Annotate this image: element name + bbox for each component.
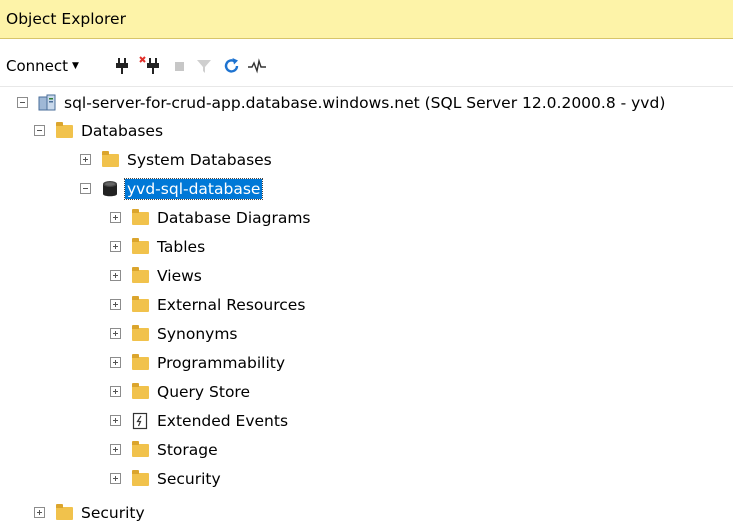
tree-node-programmability[interactable]: Programmability bbox=[110, 350, 287, 375]
system-databases-label: System Databases bbox=[127, 150, 272, 169]
expand-toggle-icon[interactable] bbox=[110, 357, 121, 368]
database-label: yvd-sql-database bbox=[123, 177, 264, 200]
folder-icon bbox=[130, 296, 150, 314]
expand-toggle-icon[interactable] bbox=[110, 299, 121, 310]
tree-item-label: External Resources bbox=[157, 295, 306, 314]
collapse-toggle-icon[interactable] bbox=[17, 97, 28, 108]
expand-toggle-icon[interactable] bbox=[110, 444, 121, 455]
databases-label: Databases bbox=[81, 121, 164, 140]
expand-toggle-icon[interactable] bbox=[110, 212, 121, 223]
tree-node-database[interactable]: yvd-sql-database bbox=[80, 176, 264, 201]
stop-icon[interactable] bbox=[170, 56, 190, 76]
expand-toggle-icon[interactable] bbox=[110, 473, 121, 484]
tree-node-databases[interactable]: Databases bbox=[34, 118, 165, 143]
caret-down-icon: ▼ bbox=[72, 61, 79, 71]
folder-icon bbox=[130, 354, 150, 372]
disconnect-plug-icon[interactable] bbox=[139, 56, 159, 76]
folder-icon bbox=[130, 470, 150, 488]
refresh-icon[interactable] bbox=[222, 56, 242, 76]
tree-item-label: Database Diagrams bbox=[157, 208, 311, 227]
folder-icon bbox=[100, 151, 120, 169]
connect-label: Connect bbox=[6, 57, 69, 75]
folder-icon bbox=[130, 267, 150, 285]
connect-dropdown-button[interactable]: Connect ▼ bbox=[6, 56, 79, 76]
tree-item-label: Security bbox=[157, 469, 221, 488]
folder-icon bbox=[130, 209, 150, 227]
folder-icon bbox=[54, 122, 74, 140]
tree-node-extended-events[interactable]: Extended Events bbox=[110, 408, 290, 433]
tree-item-label: Tables bbox=[157, 237, 206, 256]
tree-node-views[interactable]: Views bbox=[110, 263, 204, 288]
object-explorer-title-bar: Object Explorer bbox=[0, 0, 733, 39]
database-icon bbox=[100, 180, 120, 198]
tree-node-server-security[interactable]: Security bbox=[34, 500, 147, 525]
tree-node-storage[interactable]: Storage bbox=[110, 437, 220, 462]
tree-item-label: Storage bbox=[157, 440, 218, 459]
folder-icon bbox=[130, 238, 150, 256]
tree-node-external-resources[interactable]: External Resources bbox=[110, 292, 307, 317]
tree-item-label: Views bbox=[157, 266, 202, 285]
tree-item-label: Query Store bbox=[157, 382, 250, 401]
server-icon bbox=[37, 94, 57, 112]
expand-toggle-icon[interactable] bbox=[110, 270, 121, 281]
tree-node-database-security[interactable]: Security bbox=[110, 466, 223, 491]
server-label: sql-server-for-crud-app.database.windows… bbox=[64, 93, 666, 112]
expand-toggle-icon[interactable] bbox=[80, 154, 91, 165]
tree-node-tables[interactable]: Tables bbox=[110, 234, 207, 259]
expand-toggle-icon[interactable] bbox=[34, 507, 45, 518]
tree-node-database-diagrams[interactable]: Database Diagrams bbox=[110, 205, 313, 230]
tree-node-server[interactable]: sql-server-for-crud-app.database.windows… bbox=[17, 90, 667, 115]
expand-toggle-icon[interactable] bbox=[110, 415, 121, 426]
tree-item-label: Synonyms bbox=[157, 324, 238, 343]
activity-monitor-icon[interactable] bbox=[247, 56, 267, 76]
tree-node-synonyms[interactable]: Synonyms bbox=[110, 321, 240, 346]
folder-icon bbox=[130, 383, 150, 401]
tree-item-label: Extended Events bbox=[157, 411, 289, 430]
collapse-toggle-icon[interactable] bbox=[80, 183, 91, 194]
folder-icon bbox=[130, 325, 150, 343]
connect-plug-icon[interactable] bbox=[112, 56, 132, 76]
panel-title: Object Explorer bbox=[6, 10, 126, 28]
expand-toggle-icon[interactable] bbox=[110, 328, 121, 339]
expand-toggle-icon[interactable] bbox=[110, 386, 121, 397]
folder-icon bbox=[54, 504, 74, 522]
server-security-label: Security bbox=[81, 503, 145, 522]
extended-events-icon bbox=[130, 412, 150, 430]
filter-icon[interactable] bbox=[194, 56, 214, 76]
collapse-toggle-icon[interactable] bbox=[34, 125, 45, 136]
expand-toggle-icon[interactable] bbox=[110, 241, 121, 252]
tree-node-query-store[interactable]: Query Store bbox=[110, 379, 252, 404]
tree-item-label: Programmability bbox=[157, 353, 286, 372]
folder-icon bbox=[130, 441, 150, 459]
object-explorer-toolbar: Connect ▼ bbox=[0, 40, 733, 87]
tree-node-system-databases[interactable]: System Databases bbox=[80, 147, 274, 172]
